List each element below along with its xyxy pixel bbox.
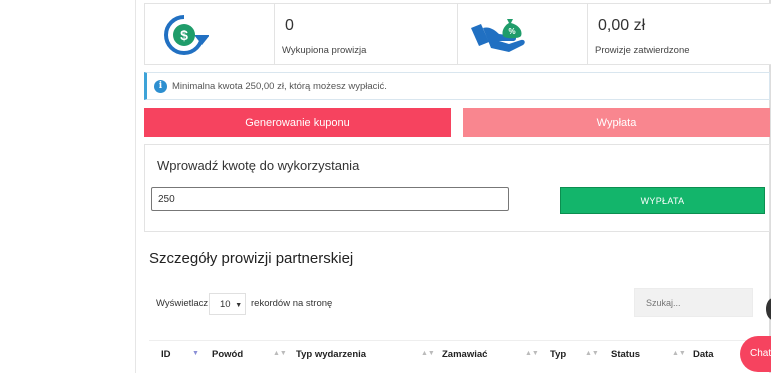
approved-commission-icon-cell: %	[457, 3, 588, 65]
column-header-type[interactable]: Typ	[550, 349, 566, 360]
page-size-select[interactable]: 10 ▼	[209, 293, 246, 315]
floating-widget-handle[interactable]	[766, 298, 771, 320]
column-header-status[interactable]: Status	[611, 349, 640, 360]
sort-desc-icon[interactable]: ▼	[192, 350, 199, 357]
records-per-page-label: rekordów na stronę	[251, 298, 333, 309]
sidebar-panel	[0, 0, 136, 373]
approved-commission-value: 0,00 zł	[598, 17, 646, 34]
caret-down-icon: ▼	[235, 302, 243, 309]
payout-form-title: Wprowadź kwotę do wykorzystania	[157, 158, 360, 173]
page-size-label: Wyświetlacz	[156, 298, 209, 309]
minimum-payout-text: Minimalna kwota 250,00 zł, którą możesz …	[172, 81, 387, 92]
page-size-value: 10	[220, 299, 231, 310]
purchased-commission-value: 0	[285, 17, 294, 34]
column-header-id[interactable]: ID	[161, 349, 171, 360]
column-header-reason[interactable]: Powód	[212, 349, 243, 360]
search-input[interactable]	[634, 288, 753, 317]
purchased-commission-icon-cell: $	[144, 3, 275, 65]
commission-details-title: Szczegóły prowizji partnerskiej	[149, 250, 354, 267]
column-header-order[interactable]: Zamawiać	[442, 349, 487, 360]
purchased-commission-label: Wykupiona prowizja	[282, 45, 367, 56]
svg-text:%: %	[508, 27, 515, 36]
payout-form: Wprowadź kwotę do wykorzystania WYPŁATA	[144, 144, 770, 232]
approved-commission-label: Prowizje zatwierdzone	[595, 45, 690, 56]
column-header-event-type[interactable]: Typ wydarzenia	[296, 349, 366, 360]
payout-tab-button[interactable]: Wypłata	[463, 108, 770, 137]
column-header-date[interactable]: Data	[693, 349, 714, 360]
refresh-dollar-icon: $	[164, 15, 209, 55]
sort-icon[interactable]: ▲▼	[421, 350, 435, 357]
svg-text:$: $	[180, 27, 188, 43]
sort-icon[interactable]: ▲▼	[273, 350, 287, 357]
hand-money-bag-icon: %	[471, 19, 525, 52]
sort-icon[interactable]: ▲▼	[585, 350, 599, 357]
sort-icon[interactable]: ▲▼	[672, 350, 686, 357]
generate-coupon-button[interactable]: Generowanie kuponu	[144, 108, 451, 137]
payout-submit-button[interactable]: WYPŁATA	[560, 187, 765, 214]
minimum-payout-alert: i Minimalna kwota 250,00 zł, którą możes…	[144, 72, 770, 100]
chat-button[interactable]: Chat	[740, 336, 771, 372]
table-header: ID ▼ Powód ▲▼ Typ wydarzenia ▲▼ Zamawiać…	[149, 340, 771, 370]
info-icon: i	[154, 80, 167, 93]
approved-commission-card: 0,00 zł Prowizje zatwierdzone	[587, 3, 771, 65]
amount-input[interactable]	[151, 187, 509, 211]
sort-icon[interactable]: ▲▼	[525, 350, 539, 357]
purchased-commission-card: 0 Wykupiona prowizja	[274, 3, 458, 65]
